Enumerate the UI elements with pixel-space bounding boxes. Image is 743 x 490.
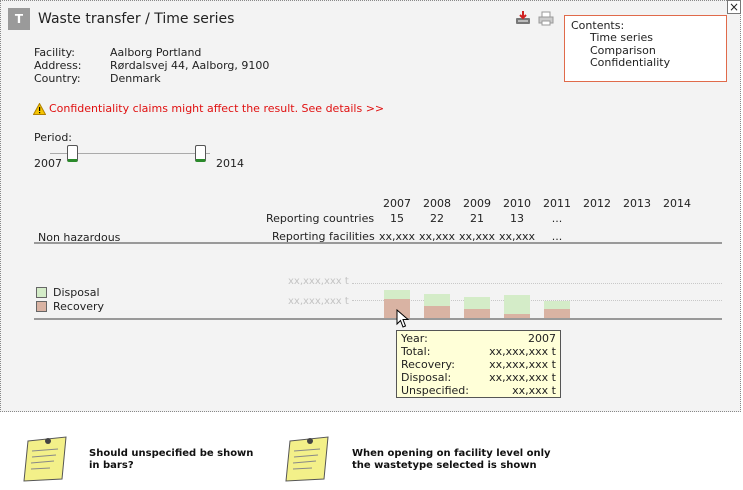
tooltip-row-recovery: Recovery: xx,xxx,xxx t — [401, 358, 556, 371]
reporting-countries-row: 15 22 21 13 ... — [377, 212, 577, 225]
confidentiality-warning[interactable]: Confidentiality claims might affect the … — [33, 102, 384, 115]
logo-icon: T — [8, 8, 30, 30]
year-header: 2012 — [583, 197, 611, 210]
tooltip-value: 2007 — [528, 332, 556, 345]
facility-label: Facility: — [34, 46, 76, 59]
chart-baseline — [34, 318, 722, 320]
bar-recovery-2011[interactable] — [544, 309, 570, 318]
tooltip-label: Disposal: — [401, 371, 452, 384]
facility-country: Denmark — [110, 72, 161, 85]
countries-cell: 22 — [430, 212, 444, 225]
bar-recovery-2009[interactable] — [464, 309, 490, 318]
year-header: 2011 — [543, 197, 571, 210]
warning-icon — [33, 102, 46, 115]
period-start-label: 2007 — [34, 157, 62, 170]
print-icon[interactable] — [538, 11, 554, 29]
legend-label: Disposal — [53, 286, 100, 299]
year-header: 2007 — [383, 197, 411, 210]
cursor-icon — [396, 309, 410, 328]
warning-text: Confidentiality claims might affect the … — [49, 102, 385, 115]
download-icon[interactable] — [515, 10, 531, 29]
period-slider-end-handle[interactable] — [195, 145, 206, 162]
facility-name: Aalborg Portland — [110, 46, 202, 59]
legend-swatch-disposal — [36, 287, 47, 298]
facility-labels: Facility: Address: Country: — [34, 46, 82, 85]
period-end-label: 2014 — [216, 157, 244, 170]
facility-values: Aalborg Portland Rørdalsvej 44, Aalborg,… — [110, 46, 269, 85]
year-header-row: 2007 2008 2009 2010 2011 2012 2013 2014 — [377, 197, 697, 210]
grid-label-lower: xx,xxx,xxx t — [288, 296, 349, 307]
countries-cell: 21 — [470, 212, 484, 225]
bar-disposal-2009[interactable] — [464, 297, 490, 309]
tooltip-row-disposal: Disposal: xx,xxx,xxx t — [401, 371, 556, 384]
period-slider-start-handle[interactable] — [67, 145, 78, 162]
legend-recovery: Recovery — [36, 300, 104, 313]
bar-recovery-2008[interactable] — [424, 306, 450, 318]
tooltip-value: xx,xxx,xxx t — [489, 345, 556, 358]
tooltip-row-total: Total: xx,xxx,xxx t — [401, 345, 556, 358]
year-header: 2013 — [623, 197, 651, 210]
contents-box: Contents: Time series Comparison Confide… — [564, 15, 727, 82]
facility-address: Rørdalsvej 44, Aalborg, 9100 — [110, 59, 270, 72]
tooltip-label: Year: — [401, 332, 428, 345]
grid-label-upper: xx,xxx,xxx t — [288, 276, 349, 287]
year-header: 2010 — [503, 197, 531, 210]
page-title: Waste transfer / Time series — [38, 11, 235, 27]
bar-disposal-2007[interactable] — [384, 290, 410, 299]
legend-label: Recovery — [53, 300, 105, 313]
countries-cell: 15 — [390, 212, 404, 225]
tooltip-label: Total: — [401, 345, 431, 358]
legend-swatch-recovery — [36, 301, 47, 312]
countries-cell: 13 — [510, 212, 524, 225]
contents-link-confidentiality[interactable]: Confidentiality — [571, 56, 720, 70]
contents-link-time-series[interactable]: Time series — [571, 31, 720, 45]
tooltip-value: xx,xxx,xxx t — [489, 358, 556, 371]
tooltip-value: xx,xxx,xxx t — [489, 371, 556, 384]
legend-disposal: Disposal — [36, 286, 100, 299]
country-label: Country: — [34, 72, 81, 85]
tooltip-value: xx,xxx t — [512, 384, 556, 397]
bar-disposal-2008[interactable] — [424, 294, 450, 306]
year-header: 2014 — [663, 197, 691, 210]
note-facility-level: When opening on facility level only the … — [352, 448, 551, 471]
year-header: 2008 — [423, 197, 451, 210]
bar-disposal-2011[interactable] — [544, 301, 570, 309]
tooltip-label: Unspecified: — [401, 384, 469, 397]
bar-chart[interactable] — [377, 270, 697, 319]
note-unspecified-bars: Should unspecified be shown in bars? — [89, 448, 254, 471]
period-label: Period: — [34, 131, 73, 144]
tooltip-row-year: Year: 2007 — [401, 332, 556, 345]
tooltip-label: Recovery: — [401, 358, 455, 371]
reporting-countries-label: Reporting countries — [266, 212, 375, 225]
bar-disposal-2010[interactable] — [504, 295, 530, 314]
sticky-note-icon — [23, 436, 67, 482]
sticky-note-icon — [285, 436, 329, 482]
close-button[interactable]: × — [727, 0, 741, 14]
tooltip-row-unspecified: Unspecified: xx,xxx t — [401, 384, 556, 397]
address-label: Address: — [34, 59, 82, 72]
table-divider — [34, 242, 722, 244]
countries-cell: ... — [551, 212, 563, 225]
bar-tooltip: Year: 2007 Total: xx,xxx,xxx t Recovery: xx… — [396, 330, 561, 398]
year-header: 2009 — [463, 197, 491, 210]
